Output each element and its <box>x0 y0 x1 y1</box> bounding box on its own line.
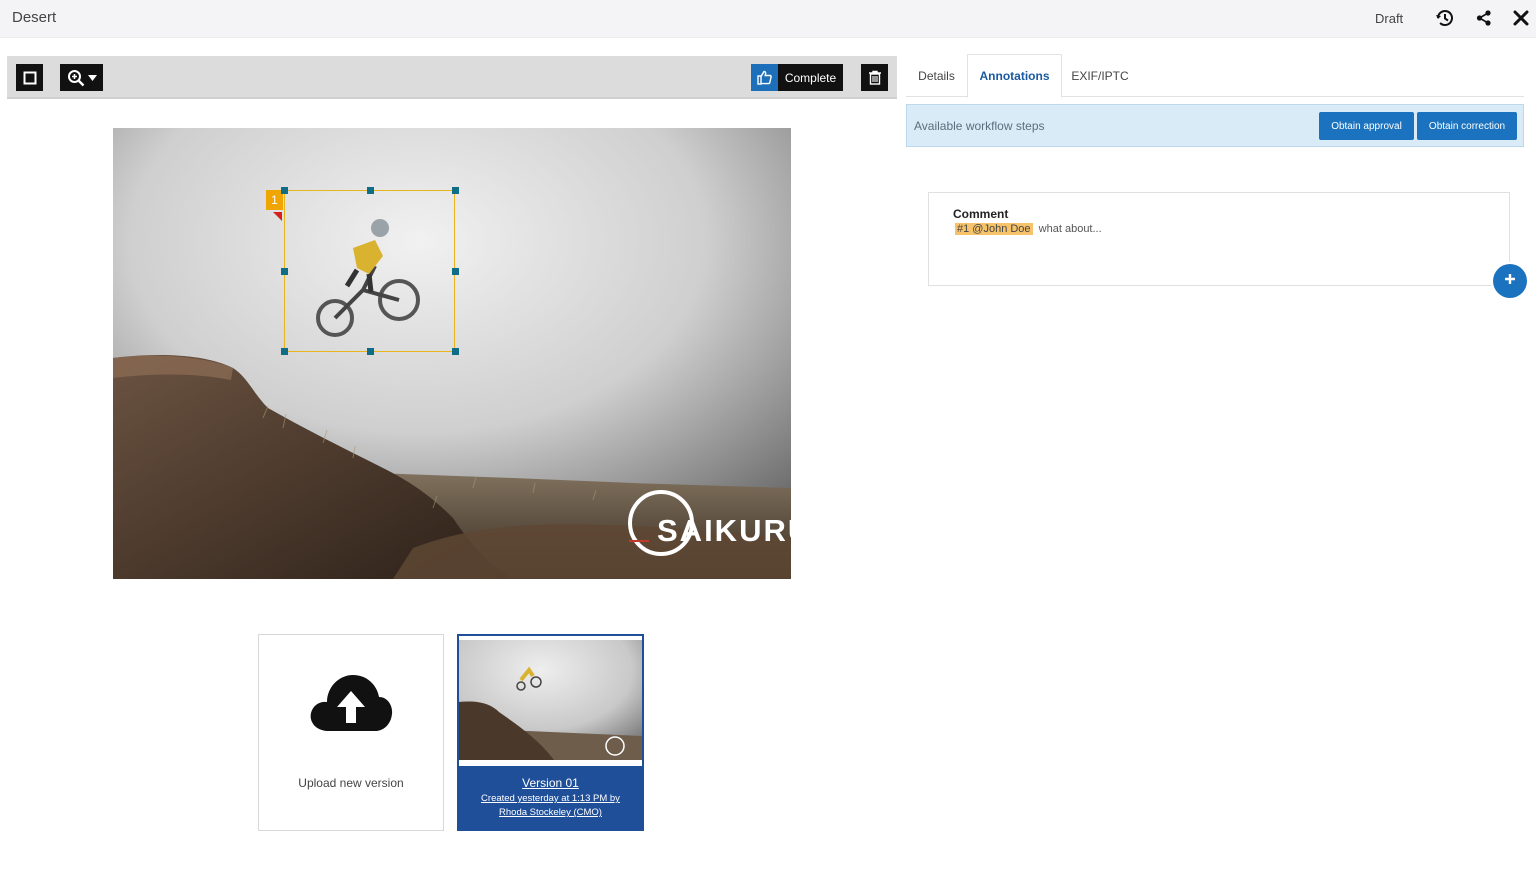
resize-handle-bottom-left[interactable] <box>281 348 288 355</box>
comment-body: #1 @John Doe what about... <box>955 223 1102 235</box>
version-thumbnail <box>459 636 642 766</box>
zoom-dropdown-button[interactable] <box>60 64 103 91</box>
image-toolbar: Complete <box>7 56 897 99</box>
workflow-steps-label: Available workflow steps <box>914 119 1045 133</box>
version-author-line: Rhoda Stockeley (CMO) <box>499 807 602 818</box>
plus-icon <box>1504 272 1516 290</box>
square-icon <box>23 71 37 85</box>
resize-handle-top-right[interactable] <box>452 187 459 194</box>
complete-button[interactable]: Complete <box>751 64 843 91</box>
resize-handle-bottom[interactable] <box>367 348 374 355</box>
obtain-correction-button[interactable]: Obtain correction <box>1417 112 1517 140</box>
obtain-approval-button[interactable]: Obtain approval <box>1319 112 1414 140</box>
version-meta[interactable]: Created yesterday at 1:13 PM by Rhoda St… <box>459 792 642 820</box>
share-icon[interactable] <box>1473 7 1495 29</box>
history-icon[interactable] <box>1434 7 1456 29</box>
tab-exif-iptc[interactable]: EXIF/IPTC <box>1062 54 1138 97</box>
trash-icon <box>868 70 882 85</box>
tab-annotations[interactable]: Annotations <box>967 54 1062 98</box>
resize-handle-bottom-right[interactable] <box>452 348 459 355</box>
watermark-text: SAIKURU <box>657 513 791 548</box>
upload-version-card[interactable]: Upload new version <box>258 634 444 831</box>
resize-handle-right[interactable] <box>452 268 459 275</box>
resize-handle-left[interactable] <box>281 268 288 275</box>
resize-handle-top-left[interactable] <box>281 187 288 194</box>
top-bar: Desert Draft <box>0 0 1536 38</box>
comment-title: Comment <box>953 207 1009 221</box>
complete-label: Complete <box>784 70 837 85</box>
detail-tabs: Details Annotations EXIF/IPTC <box>906 54 1524 98</box>
annotation-marker-tip <box>273 212 282 221</box>
comment-mention[interactable]: #1 @John Doe <box>955 223 1033 235</box>
version-title[interactable]: Version 01 <box>459 776 642 790</box>
cloud-upload-icon <box>309 669 393 738</box>
tab-details[interactable]: Details <box>906 54 967 97</box>
thumbs-up-icon <box>751 64 778 91</box>
chevron-down-icon <box>87 74 97 81</box>
main-image[interactable]: SAIKURU 1 <box>113 128 791 579</box>
comment-text: what about... <box>1038 223 1102 235</box>
version-created-line: Created yesterday at 1:13 PM by <box>481 793 620 804</box>
version-card[interactable]: Version 01 Created yesterday at 1:13 PM … <box>457 634 644 831</box>
zoom-in-icon <box>67 69 85 87</box>
upload-version-label: Upload new version <box>298 776 404 790</box>
comment-card[interactable]: Comment #1 @John Doe what about... <box>928 192 1510 286</box>
add-comment-button[interactable] <box>1493 264 1527 298</box>
status-label: Draft <box>1375 11 1404 26</box>
close-icon[interactable] <box>1510 7 1532 29</box>
annotation-selection-box[interactable] <box>281 187 459 355</box>
resize-handle-top[interactable] <box>367 187 374 194</box>
workflow-steps-bar: Available workflow steps Obtain approval… <box>906 104 1524 147</box>
select-tool-button[interactable] <box>16 64 43 91</box>
document-title: Desert <box>12 9 57 26</box>
delete-button[interactable] <box>861 64 888 91</box>
